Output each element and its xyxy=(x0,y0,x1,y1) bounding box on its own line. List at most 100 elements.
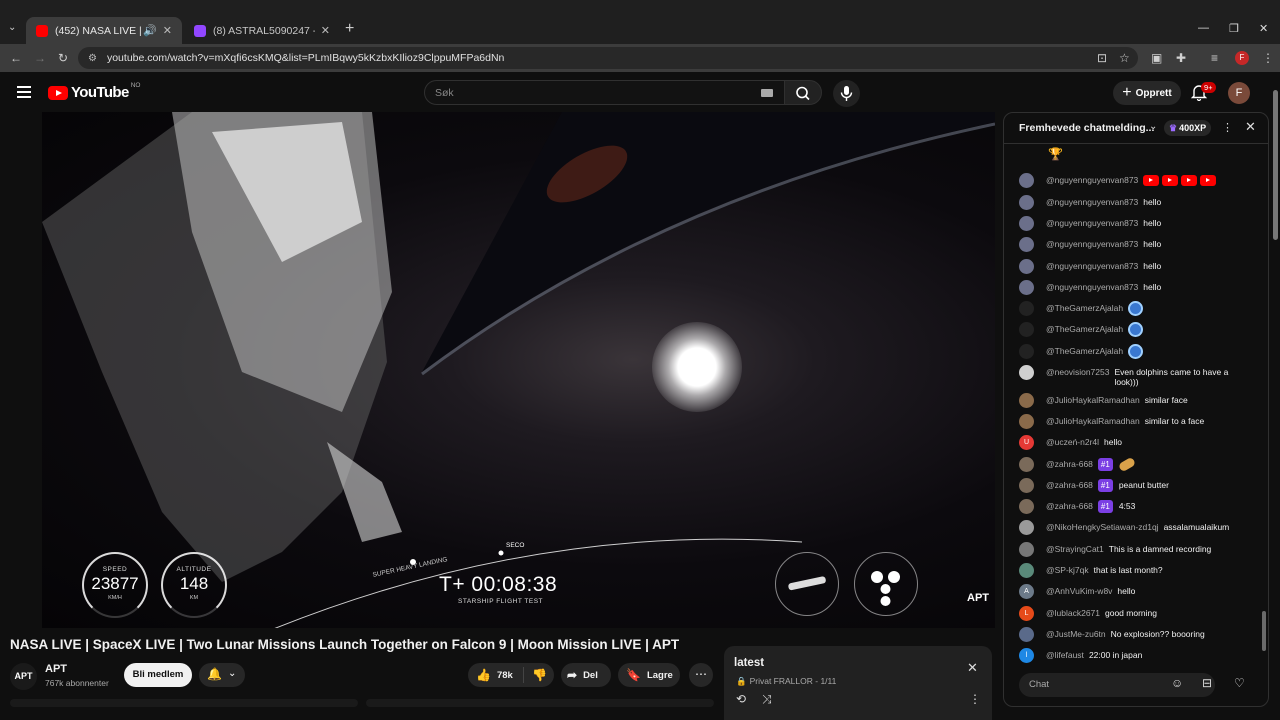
chat-author[interactable]: @zahra-668 xyxy=(1046,478,1093,493)
chat-message[interactable]: A @AnhVuKim-w8v hello xyxy=(1019,584,1254,599)
chat-author[interactable]: @nguyennguyenvan873 xyxy=(1046,259,1138,274)
chat-avatar[interactable] xyxy=(1019,344,1034,359)
save-button[interactable]: 🔖 Lagre xyxy=(618,663,680,687)
chat-message[interactable]: @SP-kj7qk that is last month? xyxy=(1019,563,1254,578)
chat-message[interactable]: @neovision7253 Even dolphins came to have… xyxy=(1019,365,1254,387)
chat-avatar[interactable] xyxy=(1019,365,1034,380)
chat-avatar[interactable] xyxy=(1019,216,1034,231)
chat-author[interactable]: @lublack2671 xyxy=(1046,606,1100,621)
chat-message[interactable]: @nguyennguyenvan873 hello xyxy=(1019,195,1254,210)
hamburger-menu-icon[interactable] xyxy=(17,86,31,98)
chat-avatar[interactable] xyxy=(1019,322,1034,337)
chat-message[interactable]: @nguyennguyenvan873 hello xyxy=(1019,280,1254,295)
search-button[interactable] xyxy=(784,80,822,105)
chat-avatar[interactable] xyxy=(1019,457,1034,472)
chat-author[interactable]: @JulioHaykalRamadhan xyxy=(1046,414,1140,429)
chat-avatar[interactable] xyxy=(1019,520,1034,535)
chat-message[interactable]: @TheGamerzAjalah xyxy=(1019,301,1254,316)
reload-icon[interactable]: ↻ xyxy=(58,51,68,65)
chat-author[interactable]: @nguyennguyenvan873 xyxy=(1046,173,1138,188)
chat-menu-icon[interactable]: ⋮ xyxy=(1222,121,1233,134)
page-scrollbar[interactable] xyxy=(1273,90,1278,240)
chat-message[interactable]: @StrayingCat1 This is a damned recording xyxy=(1019,542,1254,557)
like-button[interactable]: 👍 78k xyxy=(468,667,524,683)
profile-avatar[interactable]: F xyxy=(1235,51,1249,65)
chat-author[interactable]: @JulioHaykalRamadhan xyxy=(1046,393,1140,408)
chat-message[interactable]: @JulioHaykalRamadhan similar to a face xyxy=(1019,414,1254,429)
chat-message[interactable]: @JulioHaykalRamadhan similar face xyxy=(1019,393,1254,408)
chat-message[interactable]: @zahra-668 #1 peanut butter xyxy=(1019,478,1254,493)
chat-author[interactable]: @nguyennguyenvan873 xyxy=(1046,216,1138,231)
maximize-icon[interactable]: ❐ xyxy=(1229,22,1239,35)
chat-author[interactable]: @TheGamerzAjalah xyxy=(1046,344,1123,359)
join-button[interactable]: Bli medlem xyxy=(124,663,192,687)
bookmark-star-icon[interactable]: ☆ xyxy=(1119,51,1130,65)
youtube-logo[interactable]: YouTube NO xyxy=(48,82,140,101)
chevron-down-icon[interactable]: ⌄ xyxy=(1149,121,1157,132)
dislike-button[interactable]: 👎 xyxy=(524,668,547,682)
chat-message[interactable]: l @lifefaust 22:00 in japan xyxy=(1019,648,1254,663)
close-chat-icon[interactable]: ✕ xyxy=(1245,119,1256,135)
chat-message[interactable]: @nguyennguyenvan873 hello xyxy=(1019,237,1254,252)
chat-scrollbar[interactable] xyxy=(1260,153,1265,663)
chat-mode-title[interactable]: Fremhevede chatmelding... xyxy=(1019,122,1154,134)
extension-icon[interactable]: ▣ xyxy=(1151,51,1162,65)
minimize-icon[interactable]: — xyxy=(1198,22,1209,34)
chat-avatar[interactable] xyxy=(1019,237,1034,252)
chat-message[interactable]: L @lublack2671 good morning xyxy=(1019,606,1254,621)
chat-avatar[interactable] xyxy=(1019,627,1034,642)
chat-avatar[interactable] xyxy=(1019,563,1034,578)
create-button[interactable]: + Opprett xyxy=(1113,81,1181,105)
chat-author[interactable]: @neovision7253 xyxy=(1046,365,1109,380)
chat-message[interactable]: @nguyennguyenvan873 hello xyxy=(1019,259,1254,274)
chat-avatar[interactable] xyxy=(1019,301,1034,316)
chat-author[interactable]: @AnhVuKim-w8v xyxy=(1046,584,1112,599)
chat-message[interactable]: @TheGamerzAjalah xyxy=(1019,344,1254,359)
chat-message[interactable]: @nguyennguyenvan873 xyxy=(1019,173,1254,188)
search-input[interactable]: Søk xyxy=(424,80,786,105)
chat-avatar[interactable] xyxy=(1019,259,1034,274)
chat-avatar[interactable]: L xyxy=(1019,606,1034,621)
back-icon[interactable]: ← xyxy=(10,51,22,65)
share-button[interactable]: ➦ Del xyxy=(561,663,611,687)
playlist-title[interactable]: latest xyxy=(734,657,764,669)
chat-author[interactable]: @zahra-668 xyxy=(1046,499,1093,514)
tab-youtube[interactable]: (452) NASA LIVE | SpaceX LI 🔊 ✕ xyxy=(26,17,182,44)
chat-author[interactable]: @SP-kj7qk xyxy=(1046,563,1089,578)
chat-avatar[interactable] xyxy=(1019,542,1034,557)
tab-search-icon[interactable]: ⌄ xyxy=(8,22,16,33)
super-chat-icon[interactable]: ⊟ xyxy=(1202,676,1212,690)
chat-avatar[interactable] xyxy=(1019,195,1034,210)
shuffle-icon[interactable]: ⤨ xyxy=(762,692,772,707)
chat-message[interactable]: @zahra-668 #1 4:53 xyxy=(1019,499,1254,514)
xp-badge[interactable]: ♛ 400XP xyxy=(1164,120,1212,136)
chat-author[interactable]: @uczeń-n2r4l xyxy=(1046,435,1099,450)
voice-search-button[interactable] xyxy=(833,80,860,107)
channel-name[interactable]: APT xyxy=(45,663,67,675)
close-tab-icon[interactable]: ✕ xyxy=(163,24,172,37)
new-tab-icon[interactable]: + xyxy=(345,20,354,38)
keyboard-icon[interactable] xyxy=(761,89,773,97)
chat-author[interactable]: @TheGamerzAjalah xyxy=(1046,301,1123,316)
channel-avatar[interactable]: APT xyxy=(10,663,37,690)
browser-menu-icon[interactable]: ⋮ xyxy=(1262,51,1274,65)
chat-avatar[interactable] xyxy=(1019,414,1034,429)
close-icon[interactable]: ✕ xyxy=(967,660,978,676)
puzzle-icon[interactable]: ✚ xyxy=(1176,51,1186,65)
account-avatar[interactable]: F xyxy=(1228,82,1250,104)
chat-author[interactable]: @zahra-668 xyxy=(1046,457,1093,472)
heart-icon[interactable]: ♡ xyxy=(1234,676,1245,690)
chat-avatar[interactable] xyxy=(1019,393,1034,408)
chat-author[interactable]: @nguyennguyenvan873 xyxy=(1046,237,1138,252)
subscription-bell-button[interactable]: 🔔 ⌄ xyxy=(199,663,245,687)
chat-author[interactable]: @TheGamerzAjalah xyxy=(1046,322,1123,337)
chat-author[interactable]: @NikoHengkySetiawan-zd1qj xyxy=(1046,520,1159,535)
close-window-icon[interactable]: ✕ xyxy=(1259,22,1268,35)
media-icon[interactable]: ≡ xyxy=(1211,51,1218,65)
chat-avatar[interactable]: U xyxy=(1019,435,1034,450)
tab-twitch[interactable]: (8) ASTRAL5090247 - Twitch ✕ xyxy=(184,17,340,44)
chat-message[interactable]: @TheGamerzAjalah xyxy=(1019,322,1254,337)
chat-avatar[interactable] xyxy=(1019,280,1034,295)
chat-message[interactable]: @zahra-668 #1 xyxy=(1019,456,1254,473)
chat-avatar[interactable]: l xyxy=(1019,648,1034,663)
